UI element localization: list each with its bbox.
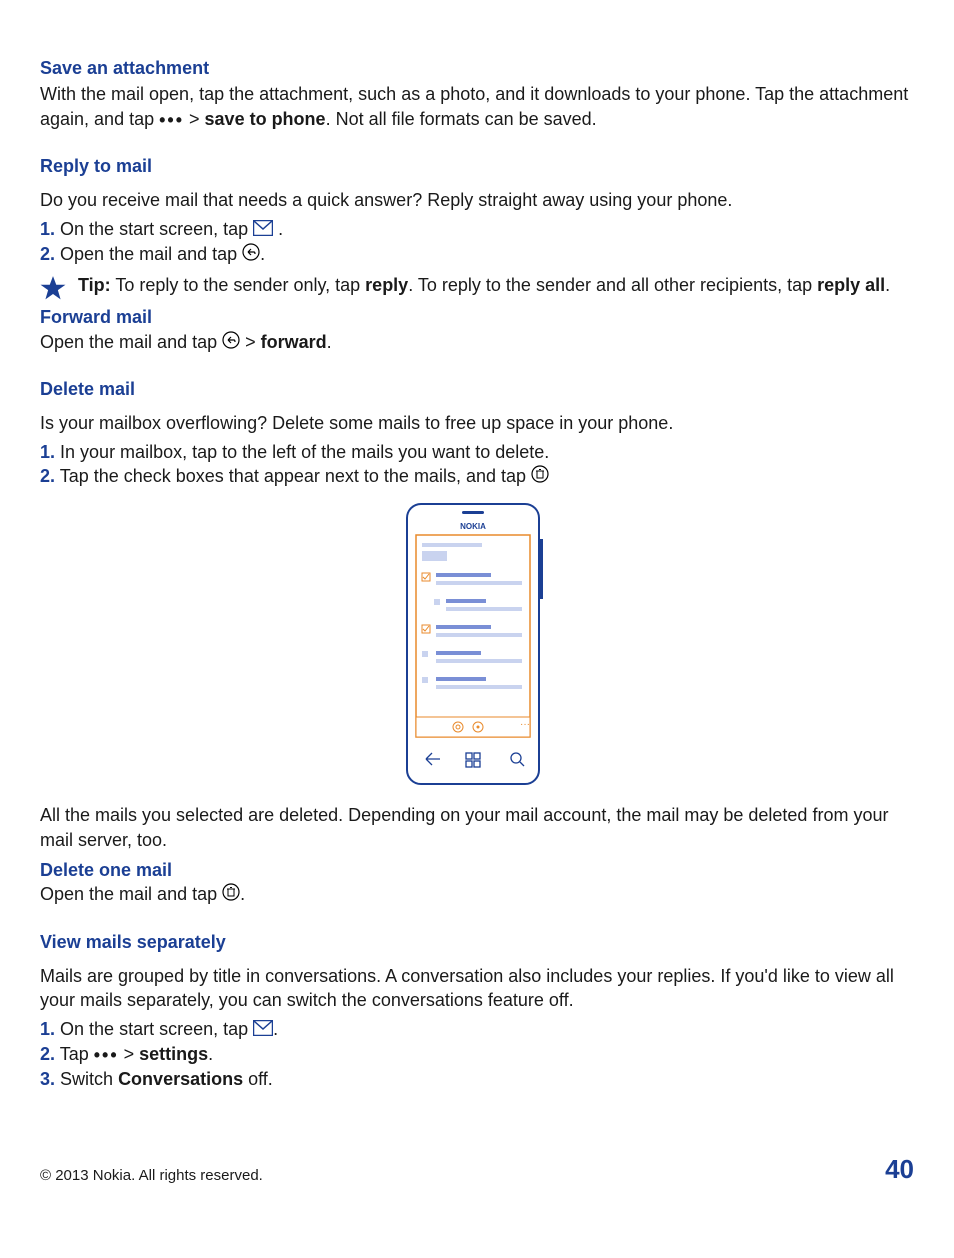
- more-icon: •••: [159, 110, 184, 130]
- reply-icon: [222, 331, 240, 355]
- svg-text:···: ···: [520, 719, 530, 730]
- step-item: 2. Tap ••• > settings.: [40, 1042, 914, 1067]
- steps-delete: 1. In your mailbox, tap to the left of t…: [40, 440, 914, 490]
- text: In your mailbox, tap to the left of the …: [60, 442, 549, 462]
- para-save-attachment: With the mail open, tap the attachment, …: [40, 82, 914, 132]
- tip-text: Tip: To reply to the sender only, tap re…: [78, 273, 890, 297]
- delete-icon: [531, 465, 549, 489]
- step-number: 1.: [40, 1019, 55, 1039]
- tip-row: Tip: To reply to the sender only, tap re…: [40, 273, 914, 301]
- text: .: [240, 884, 245, 904]
- text: Open the mail and tap: [40, 332, 222, 352]
- text: .: [273, 219, 283, 239]
- para-delete-after: All the mails you selected are deleted. …: [40, 803, 914, 852]
- footer: © 2013 Nokia. All rights reserved. 40: [40, 1152, 914, 1187]
- step-number: 3.: [40, 1069, 55, 1089]
- bold-settings: settings: [139, 1044, 208, 1064]
- copyright-text: © 2013 Nokia. All rights reserved.: [40, 1166, 263, 1186]
- step-item: 1. On the start screen, tap .: [40, 1017, 914, 1042]
- text: .: [885, 275, 890, 295]
- bold-reply-all: reply all: [817, 275, 885, 295]
- phone-illustration: NOKIA ···: [402, 499, 552, 789]
- para-reply-intro: Do you receive mail that needs a quick a…: [40, 188, 914, 212]
- text: . Not all file formats can be saved.: [326, 109, 597, 129]
- para-view-intro: Mails are grouped by title in conversati…: [40, 964, 914, 1013]
- heading-view-separately: View mails separately: [40, 930, 914, 954]
- step-number: 1.: [40, 219, 55, 239]
- star-icon: [40, 275, 66, 301]
- text: >: [240, 332, 261, 352]
- more-icon: •••: [94, 1045, 119, 1065]
- heading-delete-one: Delete one mail: [40, 858, 914, 882]
- heading-forward-mail: Forward mail: [40, 305, 914, 329]
- text: . To reply to the sender and all other r…: [408, 275, 817, 295]
- step-item: 1. On the start screen, tap .: [40, 217, 914, 242]
- phone-brand-text: NOKIA: [460, 522, 486, 531]
- text: .: [273, 1019, 278, 1039]
- text: To reply to the sender only, tap: [111, 275, 366, 295]
- steps-view: 1. On the start screen, tap . 2. Tap •••…: [40, 1017, 914, 1092]
- step-number: 2.: [40, 1044, 55, 1064]
- bold-save-to-phone: save to phone: [205, 109, 326, 129]
- text: On the start screen, tap: [60, 219, 253, 239]
- heading-save-attachment: Save an attachment: [40, 56, 914, 80]
- text: Switch: [60, 1069, 118, 1089]
- para-forward: Open the mail and tap > forward.: [40, 330, 914, 355]
- page-number: 40: [885, 1152, 914, 1187]
- para-delete-one: Open the mail and tap .: [40, 882, 914, 907]
- text: .: [327, 332, 332, 352]
- text: Tap: [60, 1044, 94, 1064]
- steps-reply: 1. On the start screen, tap . 2. Open th…: [40, 217, 914, 268]
- heading-reply-to-mail: Reply to mail: [40, 154, 914, 178]
- step-item: 2. Tap the check boxes that appear next …: [40, 464, 914, 489]
- step-number: 1.: [40, 442, 55, 462]
- heading-delete-mail: Delete mail: [40, 377, 914, 401]
- step-number: 2.: [40, 466, 55, 486]
- text: On the start screen, tap: [60, 1019, 253, 1039]
- text: Open the mail and tap: [60, 244, 242, 264]
- text: .: [260, 244, 265, 264]
- bold-forward: forward: [261, 332, 327, 352]
- para-delete-intro: Is your mailbox overflowing? Delete some…: [40, 411, 914, 435]
- tip-label: Tip:: [78, 275, 111, 295]
- step-item: 3. Switch Conversations off.: [40, 1067, 914, 1091]
- text: .: [208, 1044, 213, 1064]
- text: off.: [243, 1069, 273, 1089]
- bold-conversations: Conversations: [118, 1069, 243, 1089]
- step-number: 2.: [40, 244, 55, 264]
- bold-reply: reply: [365, 275, 408, 295]
- step-item: 1. In your mailbox, tap to the left of t…: [40, 440, 914, 464]
- text: Tap the check boxes that appear next to …: [60, 466, 531, 486]
- mail-icon: [253, 218, 273, 242]
- reply-icon: [242, 243, 260, 267]
- delete-icon: [222, 883, 240, 907]
- text: Open the mail and tap: [40, 884, 222, 904]
- text: >: [119, 1044, 140, 1064]
- text: >: [184, 109, 205, 129]
- mail-icon: [253, 1018, 273, 1042]
- step-item: 2. Open the mail and tap .: [40, 242, 914, 267]
